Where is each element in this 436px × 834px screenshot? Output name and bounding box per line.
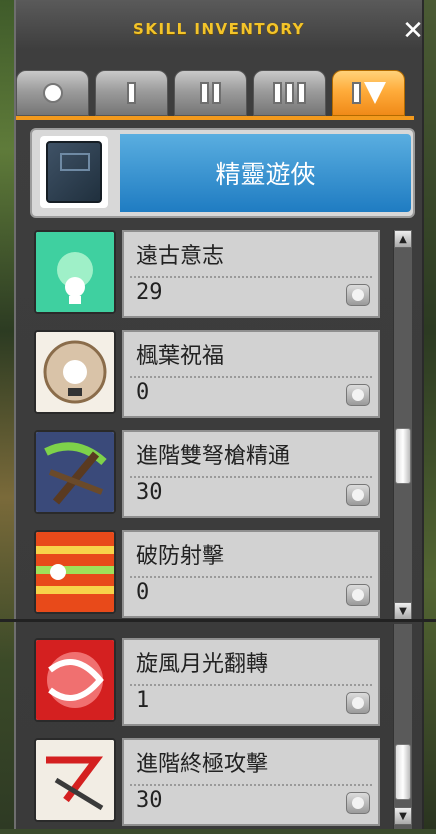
level-up-button[interactable] (346, 692, 370, 714)
job-name: 精靈遊俠 (120, 134, 411, 212)
scroll-down-icon[interactable]: ▼ (394, 602, 412, 620)
tab-bar (16, 70, 412, 118)
skill-row: 破防射擊 0 (30, 526, 385, 626)
skill-row: 進階雙弩槍精通 30 (30, 426, 385, 526)
scroll-down-icon[interactable]: ▼ (394, 807, 412, 825)
close-icon[interactable]: ✕ (400, 18, 426, 44)
roman-two-icon (200, 82, 221, 104)
ancient-will-icon (34, 230, 116, 314)
divider (130, 276, 372, 278)
window-title: SKILL INVENTORY (133, 20, 305, 38)
job-icon-frame (40, 136, 108, 208)
skill-name: 楓葉祝福 (136, 344, 225, 369)
roman-one-icon (127, 82, 136, 104)
crossbow-mastery-icon (34, 430, 116, 514)
level-up-button[interactable] (346, 792, 370, 814)
skill-name: 遠古意志 (136, 244, 225, 269)
level-up-button[interactable] (346, 284, 370, 306)
skill-level: 30 (136, 480, 163, 505)
roman-three-icon (273, 82, 306, 104)
maple-blessing-icon (34, 330, 116, 414)
skill-row: 旋風月光翻轉 1 (30, 634, 385, 734)
skill-name: 旋風月光翻轉 (136, 652, 269, 677)
skill-row: 楓葉祝福 0 (30, 326, 385, 426)
plus-icon (352, 797, 364, 809)
skill-card[interactable]: 遠古意志 29 (122, 230, 380, 318)
skill-level: 29 (136, 280, 163, 305)
skill-list: 遠古意志 29 楓葉祝福 0 進階雙弩槍精通 30 破防射擊 0 旋風月光翻轉 … (30, 226, 415, 829)
skill-name: 進階雙弩槍精通 (136, 444, 291, 469)
divider (130, 684, 372, 686)
skill-level: 0 (136, 580, 150, 605)
skill-row: 遠古意志 29 (30, 226, 385, 326)
dot-icon (42, 83, 63, 103)
level-up-button[interactable] (346, 584, 370, 606)
divider (130, 376, 372, 378)
tab-beginner[interactable] (16, 70, 89, 116)
skill-name: 破防射擊 (136, 544, 225, 569)
advanced-final-attack-icon (34, 738, 116, 822)
divider (130, 476, 372, 478)
scroll-up-icon[interactable]: ▲ (394, 230, 412, 248)
background-right (424, 0, 436, 829)
skill-level: 0 (136, 380, 150, 405)
skill-card[interactable]: 進階終極攻擊 30 (122, 738, 380, 826)
skill-level: 30 (136, 788, 163, 813)
defense-break-shot-icon (34, 530, 116, 614)
skill-name: 進階終極攻擊 (136, 752, 269, 777)
tab-2[interactable] (174, 70, 247, 116)
skill-card[interactable]: 破防射擊 0 (122, 530, 380, 618)
whirlwind-moonlight-icon (34, 638, 116, 722)
scroll-thumb[interactable] (395, 428, 411, 484)
plus-icon (352, 697, 364, 709)
divider (130, 784, 372, 786)
tab-underline (16, 116, 414, 120)
tab-1[interactable] (95, 70, 168, 116)
skill-row: 進階終極攻擊 30 (30, 734, 385, 834)
level-up-button[interactable] (346, 484, 370, 506)
scrollbar-lower[interactable]: ▼ (393, 624, 412, 829)
level-up-button[interactable] (346, 384, 370, 406)
skill-card[interactable]: 旋風月光翻轉 1 (122, 638, 380, 726)
image-seam (0, 619, 436, 622)
skill-level: 1 (136, 688, 150, 713)
plus-icon (352, 489, 364, 501)
plus-icon (352, 589, 364, 601)
job-panel: 精靈遊俠 (30, 128, 415, 218)
book-icon (46, 141, 102, 203)
plus-icon (352, 389, 364, 401)
scrollbar-upper[interactable]: ▲ ▼ (393, 230, 412, 622)
skill-card[interactable]: 楓葉祝福 0 (122, 330, 380, 418)
roman-four-icon (351, 82, 386, 104)
tab-4[interactable] (332, 70, 405, 116)
divider (130, 576, 372, 578)
plus-icon (352, 289, 364, 301)
scroll-thumb[interactable] (395, 744, 411, 800)
tab-3[interactable] (253, 70, 326, 116)
skill-card[interactable]: 進階雙弩槍精通 30 (122, 430, 380, 518)
